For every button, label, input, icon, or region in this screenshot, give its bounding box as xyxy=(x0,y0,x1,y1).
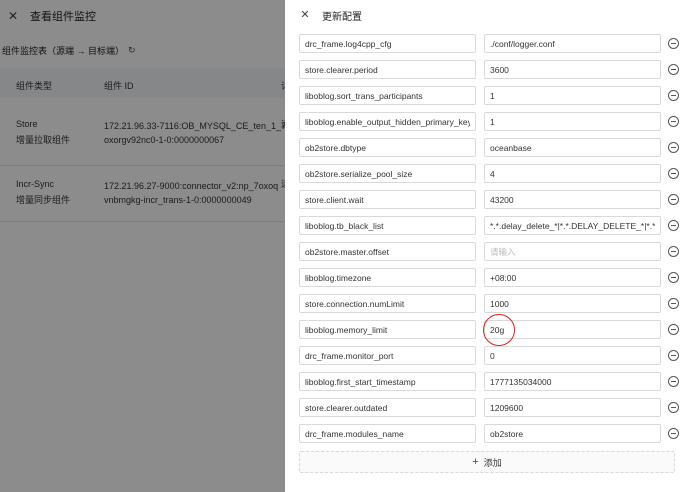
update-config-drawer: ✕ 更新配置 + 添加 xyxy=(285,0,690,492)
config-row xyxy=(299,424,679,450)
config-key-input[interactable] xyxy=(299,60,476,79)
config-row xyxy=(299,268,679,294)
config-key-input[interactable] xyxy=(299,346,476,365)
config-key-input[interactable] xyxy=(299,242,476,261)
minus-circle-icon[interactable] xyxy=(668,168,679,179)
minus-circle-icon[interactable] xyxy=(668,324,679,335)
config-row xyxy=(299,60,679,86)
config-key-input[interactable] xyxy=(299,294,476,313)
config-value-input[interactable] xyxy=(484,34,661,53)
config-list xyxy=(299,34,679,450)
add-config-button[interactable]: + 添加 xyxy=(299,451,675,473)
config-row xyxy=(299,372,679,398)
config-value-input[interactable] xyxy=(484,86,661,105)
config-key-input[interactable] xyxy=(299,372,476,391)
config-key-input[interactable] xyxy=(299,320,476,339)
config-value-input[interactable] xyxy=(484,294,661,313)
add-config-label: 添加 xyxy=(483,457,502,468)
minus-circle-icon[interactable] xyxy=(668,272,679,283)
config-key-input[interactable] xyxy=(299,86,476,105)
config-row xyxy=(299,294,679,320)
config-row xyxy=(299,34,679,60)
config-row xyxy=(299,346,679,372)
config-row xyxy=(299,86,679,112)
config-value-input[interactable] xyxy=(484,164,661,183)
minus-circle-icon[interactable] xyxy=(668,220,679,231)
config-key-input[interactable] xyxy=(299,398,476,417)
config-value-input[interactable] xyxy=(484,242,661,261)
config-row xyxy=(299,320,679,346)
minus-circle-icon[interactable] xyxy=(668,64,679,75)
minus-circle-icon[interactable] xyxy=(668,194,679,205)
minus-circle-icon[interactable] xyxy=(668,350,679,361)
config-value-input[interactable] xyxy=(484,320,661,339)
config-row xyxy=(299,164,679,190)
config-key-input[interactable] xyxy=(299,164,476,183)
config-key-input[interactable] xyxy=(299,190,476,209)
minus-circle-icon[interactable] xyxy=(668,376,679,387)
config-row xyxy=(299,216,679,242)
close-icon[interactable]: ✕ xyxy=(299,9,311,21)
minus-circle-icon[interactable] xyxy=(668,38,679,49)
config-row xyxy=(299,398,679,424)
config-key-input[interactable] xyxy=(299,268,476,287)
drawer-title: 更新配置 xyxy=(322,11,362,23)
config-row xyxy=(299,242,679,268)
config-row xyxy=(299,112,679,138)
config-row xyxy=(299,190,679,216)
config-value-input[interactable] xyxy=(484,190,661,209)
plus-icon: + xyxy=(472,456,479,468)
minus-circle-icon[interactable] xyxy=(668,116,679,127)
config-value-input[interactable] xyxy=(484,112,661,131)
config-value-input[interactable] xyxy=(484,138,661,157)
config-key-input[interactable] xyxy=(299,138,476,157)
minus-circle-icon[interactable] xyxy=(668,298,679,309)
config-value-input[interactable] xyxy=(484,398,661,417)
config-value-input[interactable] xyxy=(484,268,661,287)
drawer-header: ✕ 更新配置 xyxy=(285,0,690,30)
config-value-input[interactable] xyxy=(484,216,661,235)
config-value-input[interactable] xyxy=(484,372,661,391)
minus-circle-icon[interactable] xyxy=(668,428,679,439)
minus-circle-icon[interactable] xyxy=(668,246,679,257)
config-value-input[interactable] xyxy=(484,424,661,443)
config-key-input[interactable] xyxy=(299,216,476,235)
config-key-input[interactable] xyxy=(299,112,476,131)
config-value-input[interactable] xyxy=(484,60,661,79)
minus-circle-icon[interactable] xyxy=(668,90,679,101)
config-value-input[interactable] xyxy=(484,346,661,365)
minus-circle-icon[interactable] xyxy=(668,402,679,413)
config-key-input[interactable] xyxy=(299,424,476,443)
config-key-input[interactable] xyxy=(299,34,476,53)
config-row xyxy=(299,138,679,164)
minus-circle-icon[interactable] xyxy=(668,142,679,153)
